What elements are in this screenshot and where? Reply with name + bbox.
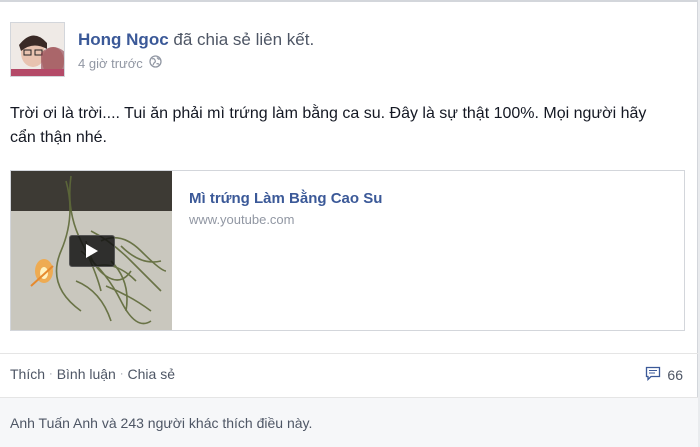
likes-summary: Anh Tuấn Anh và 243 người khác thích điề… [0,397,698,447]
globe-icon[interactable] [149,55,162,71]
story-action-text: đã chia sẻ liên kết. [173,30,315,49]
likes-summary-text[interactable]: Anh Tuấn Anh và 243 người khác thích điề… [10,415,312,431]
action-separator: · [49,368,53,380]
story-actions: Thích · Bình luận · Chia sẻ [10,366,175,382]
link-attachment[interactable]: Mì trứng Làm Bằng Cao Su www.youtube.com [10,170,685,331]
share-link[interactable]: Chia sẻ [128,366,175,382]
video-thumbnail[interactable] [11,171,172,330]
divider [0,353,698,354]
comment-count[interactable]: 66 [645,366,683,384]
avatar-photo [11,23,64,76]
play-icon[interactable] [69,235,115,267]
link-domain: www.youtube.com [189,212,295,227]
author-name-link[interactable]: Hong Ngoc [78,30,169,49]
comment-link[interactable]: Bình luận [57,366,116,382]
action-separator: · [119,368,124,380]
comment-icon [645,366,661,384]
story-meta: 4 giờ trước [78,55,162,71]
link-title[interactable]: Mì trứng Làm Bằng Cao Su [189,190,382,207]
story-header: Hong Ngoc đã chia sẻ liên kết. [78,30,314,50]
post-message: Trời ơi là trời.... Tui ăn phải mì trứng… [10,105,647,146]
comment-count-value: 66 [667,367,683,383]
timestamp-link[interactable]: 4 giờ trước [78,56,143,71]
avatar[interactable] [10,22,65,77]
feed-story: Hong Ngoc đã chia sẻ liên kết. 4 giờ trư… [0,0,698,447]
like-link[interactable]: Thích [10,366,45,382]
